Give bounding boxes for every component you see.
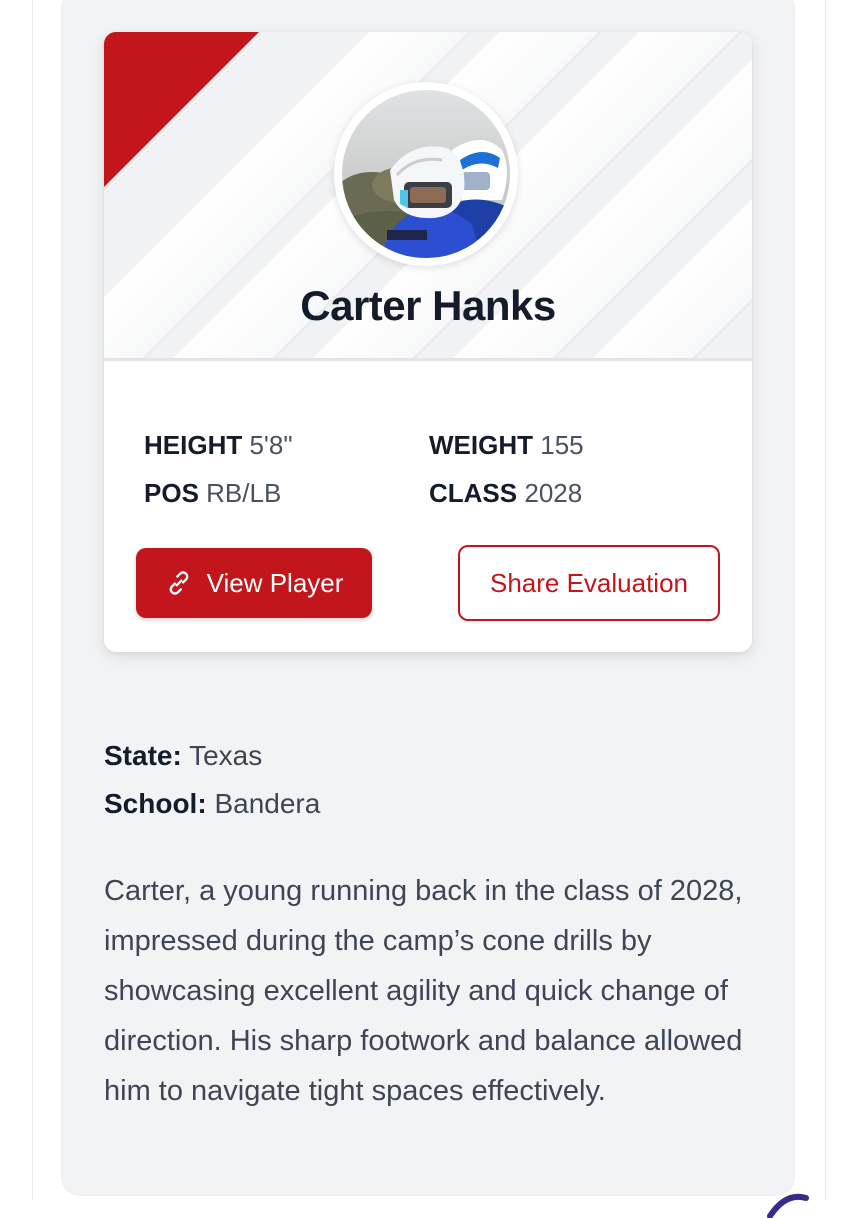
stat-weight-value: 155 bbox=[540, 430, 584, 460]
stat-class-label: CLASS bbox=[429, 478, 518, 508]
school-label: School: bbox=[104, 788, 207, 819]
share-evaluation-label: Share Evaluation bbox=[489, 567, 689, 598]
avatar bbox=[334, 82, 518, 266]
view-player-label: View Player bbox=[206, 567, 344, 598]
player-card-header: Carter Hanks bbox=[104, 32, 752, 361]
player-photo bbox=[342, 90, 510, 258]
stat-height-label: HEIGHT bbox=[144, 430, 243, 460]
stat-height: HEIGHT 5'8" bbox=[144, 430, 293, 461]
partial-logo-icon bbox=[767, 1193, 809, 1218]
share-evaluation-button[interactable]: Share Evaluation bbox=[458, 545, 720, 621]
red-corner-accent bbox=[104, 32, 259, 187]
state-line: State: Texas bbox=[104, 740, 262, 772]
stat-height-value: 5'8" bbox=[249, 430, 293, 460]
state-value: Texas bbox=[189, 740, 263, 771]
player-card: Carter Hanks HEIGHT 5'8" WEIGHT 155 POS … bbox=[104, 32, 752, 652]
link-icon bbox=[169, 571, 188, 595]
state-label: State: bbox=[104, 740, 182, 771]
player-photo-icon bbox=[342, 90, 510, 258]
evaluation-text: Carter, a young running back in the clas… bbox=[104, 875, 743, 1107]
stat-position-value: RB/LB bbox=[206, 478, 282, 508]
school-line: School: Bandera bbox=[104, 788, 320, 820]
stat-weight: WEIGHT 155 bbox=[429, 430, 584, 461]
view-player-button[interactable]: View Player bbox=[136, 548, 372, 618]
school-value: Bandera bbox=[214, 788, 321, 819]
player-name: Carter Hanks bbox=[300, 282, 556, 329]
stat-class-value: 2028 bbox=[524, 478, 583, 508]
stat-position: POS RB/LB bbox=[144, 478, 281, 509]
stat-weight-label: WEIGHT bbox=[429, 430, 533, 460]
stat-class: CLASS 2028 bbox=[429, 478, 582, 509]
stat-position-label: POS bbox=[144, 478, 199, 508]
